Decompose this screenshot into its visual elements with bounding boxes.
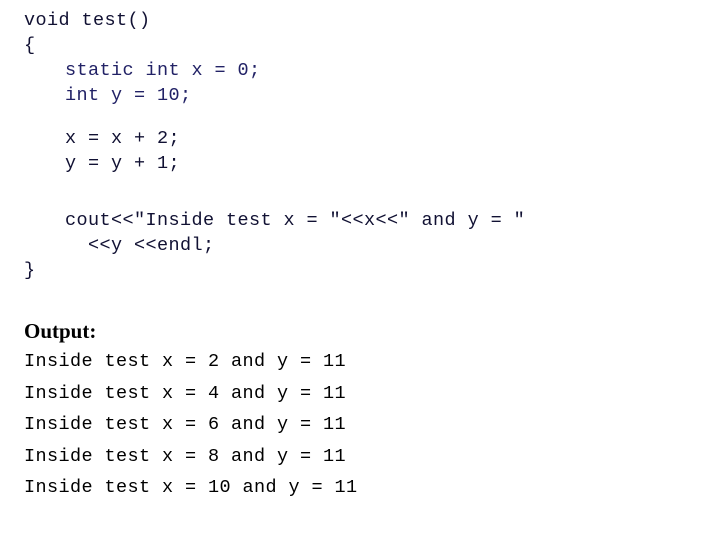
output-line: Inside test x = 2 and y = 11 <box>24 351 347 372</box>
output-line: Inside test x = 6 and y = 11 <box>24 414 347 435</box>
code-line-open-brace: { <box>24 35 36 56</box>
code-line-blank-3 <box>0 194 720 208</box>
code-line-blank-1 <box>0 108 720 126</box>
output-line: Inside test x = 8 and y = 11 <box>24 445 347 467</box>
code-line-cout-continuation: <<y <<endl; <box>88 235 215 256</box>
slide-canvas: void test() { static int x = 0; int y = … <box>0 0 720 540</box>
code-line-local-declaration: int y = 10; <box>65 85 192 106</box>
code-line-cout-statement: cout<<"Inside test x = "<<x<<" and y = " <box>65 210 526 231</box>
code-line-static-declaration: static int x = 0; <box>65 60 261 81</box>
output-line: Inside test x = 4 and y = 11 <box>24 382 347 404</box>
code-line-increment-y: y = y + 1; <box>65 153 181 174</box>
code-line-increment-x: x = x + 2; <box>65 128 181 149</box>
code-line-function-signature: void test() <box>24 10 151 31</box>
code-line-blank-2 <box>0 176 720 194</box>
output-line: Inside test x = 10 and y = 11 <box>24 477 358 498</box>
output-heading: Output: <box>24 319 97 343</box>
output-section: Output: Inside test x = 2 and y = 11 Ins… <box>0 318 720 504</box>
code-line-close-brace: } <box>24 260 36 281</box>
code-block: void test() { static int x = 0; int y = … <box>0 8 720 283</box>
